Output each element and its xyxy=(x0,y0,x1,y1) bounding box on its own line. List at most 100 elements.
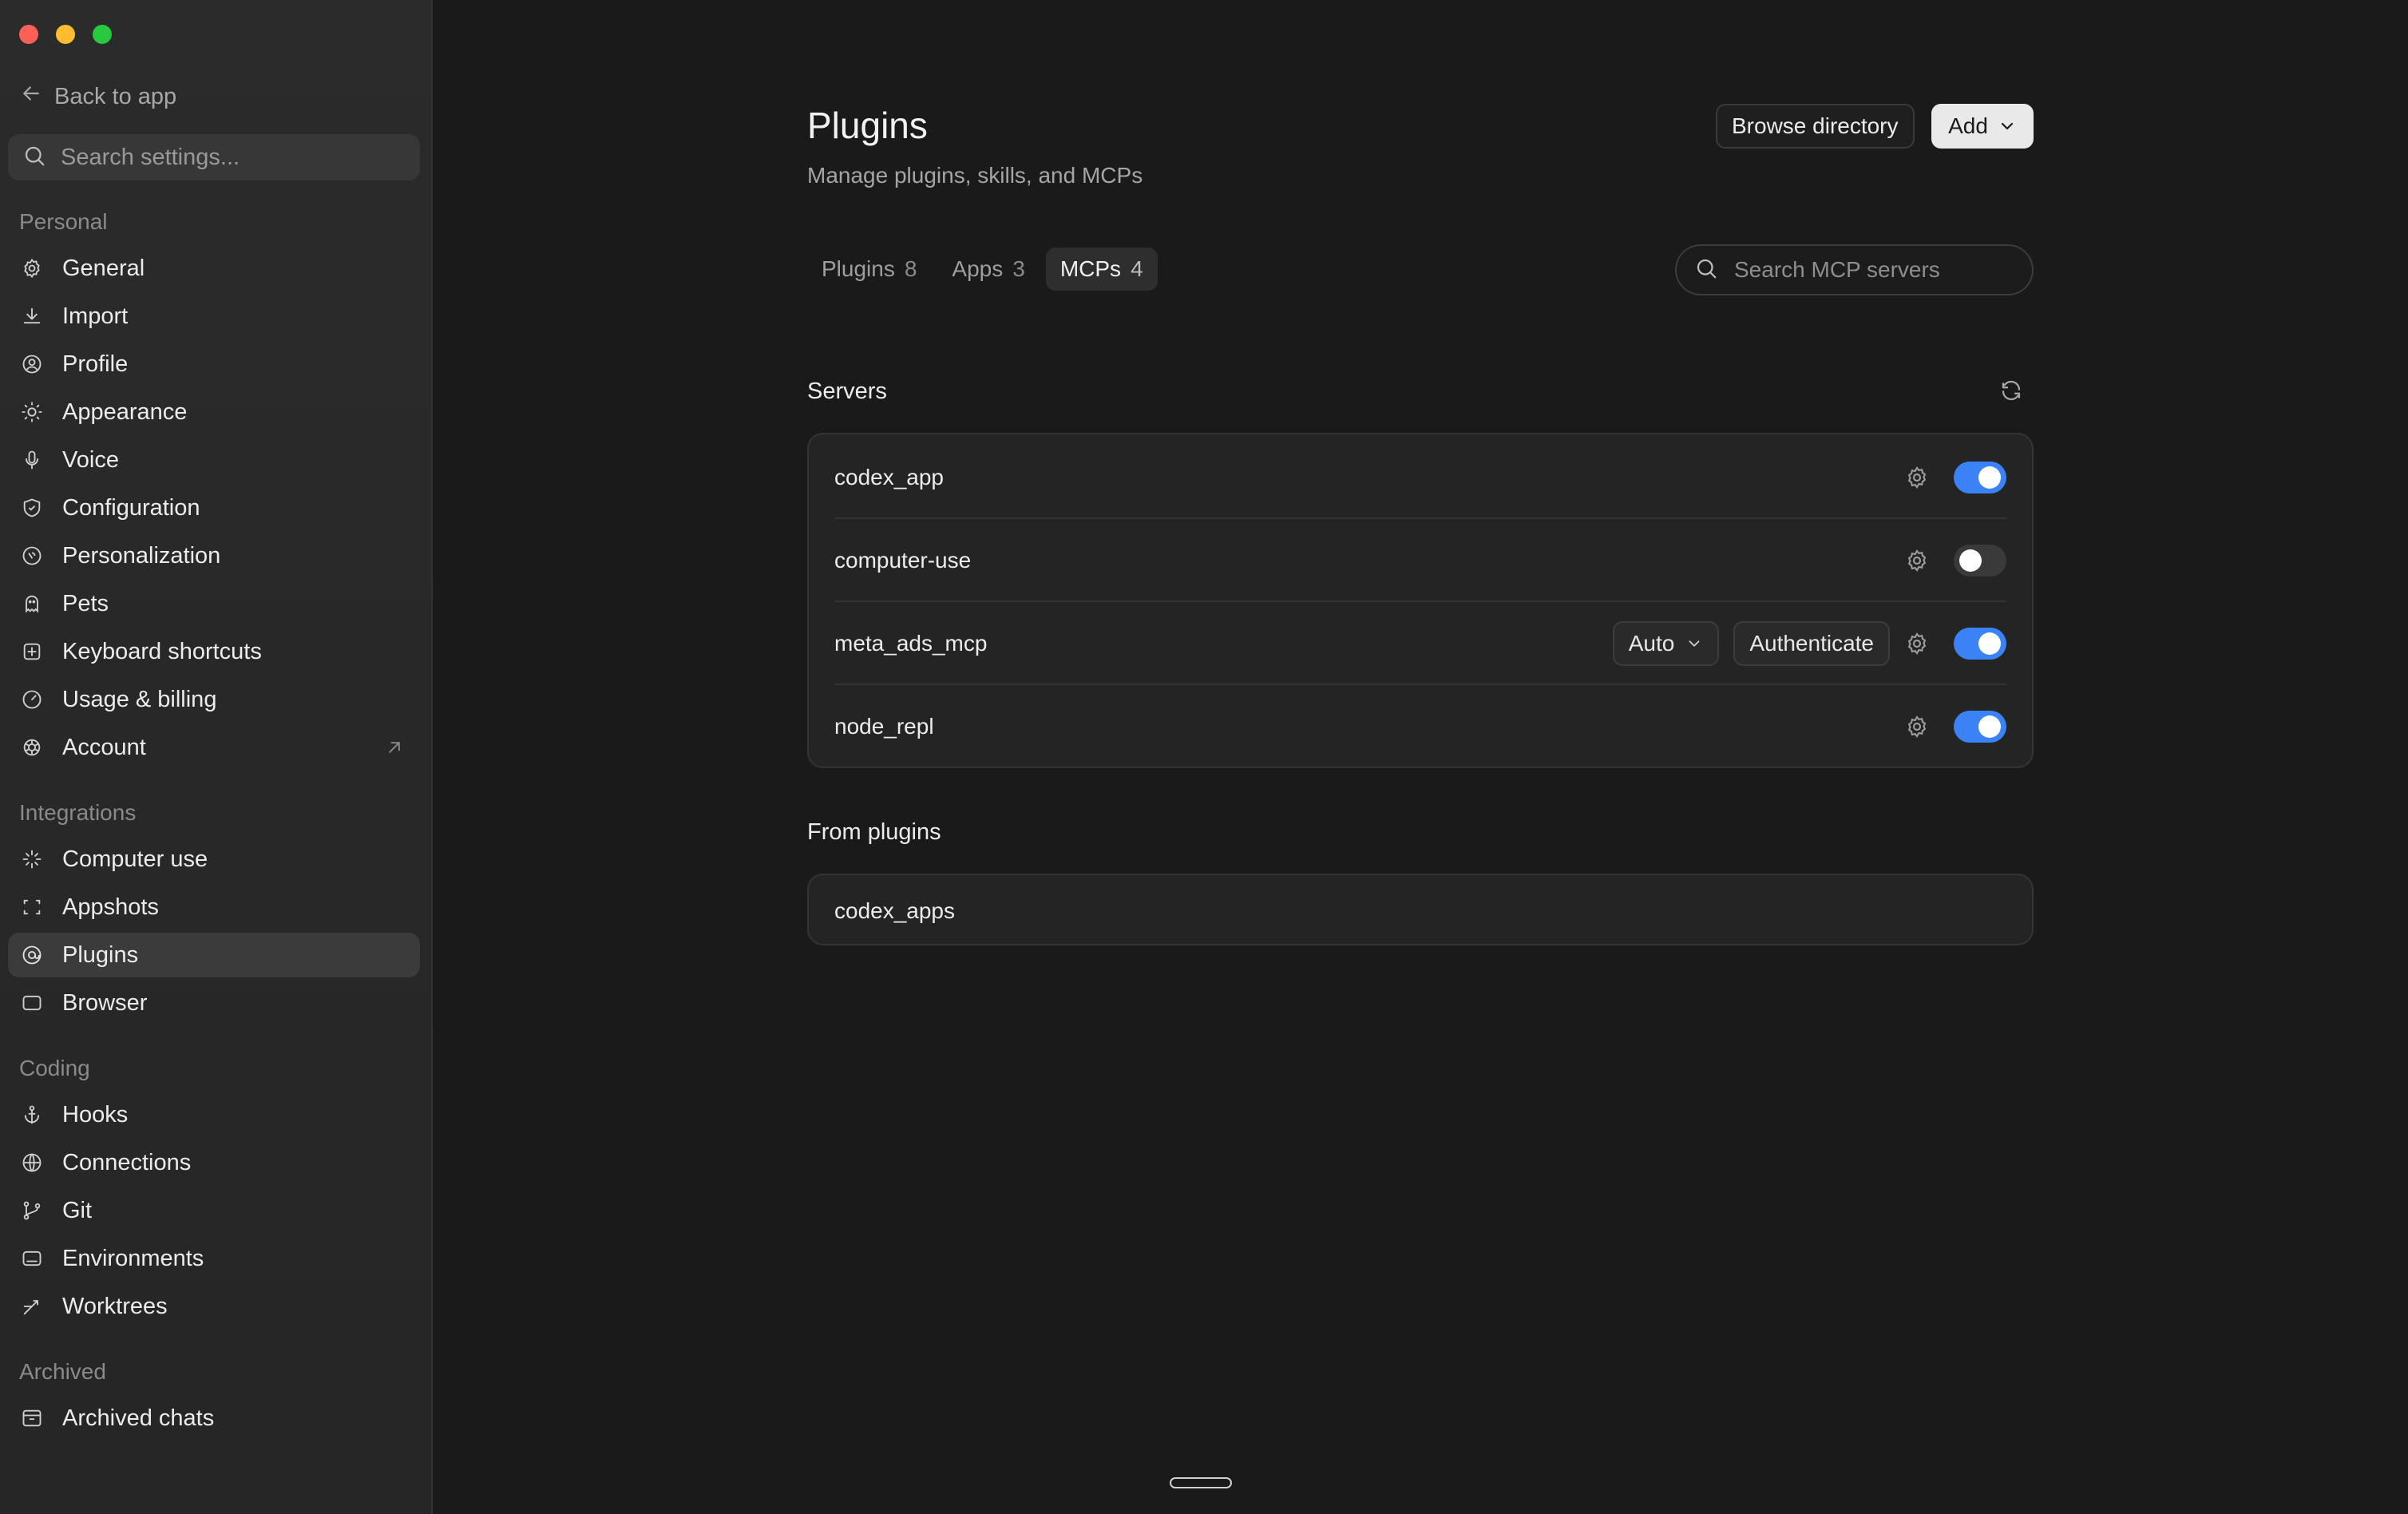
sidebar-item-label: Appearance xyxy=(62,398,188,425)
gear-icon[interactable] xyxy=(1904,548,1930,573)
server-enabled-toggle[interactable] xyxy=(1954,711,2006,743)
sidebar-item-git[interactable]: Git xyxy=(8,1188,420,1233)
sidebar-item-archived-chats[interactable]: Archived chats xyxy=(8,1396,420,1441)
sidebar-item-label: Computer use xyxy=(62,846,208,872)
toggle-knob xyxy=(1978,466,2001,489)
settings-search[interactable] xyxy=(8,134,420,180)
mcp-search[interactable] xyxy=(1675,244,2034,295)
tab-count: 3 xyxy=(1012,256,1025,281)
sparkle-circle-icon xyxy=(19,543,45,569)
server-name: computer-use xyxy=(834,548,972,573)
gear-icon xyxy=(19,256,45,281)
sidebar-item-profile[interactable]: Profile xyxy=(8,342,420,386)
back-to-app-link[interactable]: Back to app xyxy=(19,80,176,113)
settings-window: Back to app Personal General Import Prof… xyxy=(0,0,2408,1514)
divider xyxy=(834,684,2006,685)
sidebar-item-label: Browser xyxy=(62,989,148,1016)
sidebar-item-pets[interactable]: Pets xyxy=(8,581,420,626)
browse-directory-button[interactable]: Browse directory xyxy=(1716,104,1915,149)
from-plugins-heading: From plugins xyxy=(807,819,941,845)
sidebar-item-configuration[interactable]: Configuration xyxy=(8,486,420,530)
auth-mode-value: Auto xyxy=(1628,631,1675,656)
sidebar: Back to app Personal General Import Prof… xyxy=(0,0,433,1514)
refresh-icon[interactable] xyxy=(1999,378,2023,402)
sidebar-item-browser[interactable]: Browser xyxy=(8,981,420,1025)
browser-window-icon xyxy=(19,990,45,1016)
tab-mcps[interactable]: MCPs 4 xyxy=(1045,248,1158,291)
mcp-search-input[interactable] xyxy=(1733,256,2023,283)
server-name: node_repl xyxy=(834,714,934,739)
gear-icon[interactable] xyxy=(1904,714,1930,739)
sidebar-item-plugins[interactable]: Plugins xyxy=(8,933,420,977)
gauge-icon xyxy=(19,687,45,712)
plugin-server-row[interactable]: codex_apps xyxy=(834,870,2006,952)
sidebar-item-label: Account xyxy=(62,734,146,760)
minimize-window-button[interactable] xyxy=(56,25,75,44)
server-enabled-toggle[interactable] xyxy=(1954,628,2006,660)
server-enabled-toggle[interactable] xyxy=(1954,462,2006,493)
sidebar-item-usage-billing[interactable]: Usage & billing xyxy=(8,677,420,722)
sun-icon xyxy=(19,399,45,425)
sidebar-item-account[interactable]: Account xyxy=(8,725,420,770)
plugin-icon xyxy=(19,942,45,968)
authenticate-button[interactable]: Authenticate xyxy=(1733,621,1890,666)
section-archived: Archived xyxy=(19,1359,106,1384)
tab-plugins[interactable]: Plugins 8 xyxy=(807,248,931,291)
section-integrations: Integrations xyxy=(19,800,137,825)
section-coding: Coding xyxy=(19,1056,90,1080)
sidebar-item-label: Archived chats xyxy=(62,1405,215,1431)
archive-box-icon xyxy=(19,1405,45,1431)
page-subtitle: Manage plugins, skills, and MCPs xyxy=(807,163,1143,188)
shield-icon xyxy=(19,495,45,521)
divider xyxy=(834,517,2006,519)
gear-icon[interactable] xyxy=(1904,465,1930,490)
arrow-left-icon xyxy=(19,81,43,112)
globe-icon xyxy=(19,1150,45,1175)
git-branch-icon xyxy=(19,1198,45,1223)
toggle-knob xyxy=(1959,549,1982,572)
plugin-server-name: codex_apps xyxy=(834,898,956,923)
sidebar-item-label: Plugins xyxy=(62,941,139,968)
sidebar-item-general[interactable]: General xyxy=(8,246,420,291)
sidebar-item-label: Hooks xyxy=(62,1101,129,1128)
chevron-down-icon xyxy=(1689,640,1700,647)
scroll-handle[interactable] xyxy=(1170,1477,1232,1488)
tab-apps[interactable]: Apps 3 xyxy=(937,248,1039,291)
sidebar-item-label: Appshots xyxy=(62,894,159,920)
sidebar-item-voice[interactable]: Voice xyxy=(8,438,420,482)
tab-label: MCPs xyxy=(1059,256,1122,281)
sidebar-item-label: Connections xyxy=(62,1149,192,1175)
sidebar-item-personalization[interactable]: Personalization xyxy=(8,533,420,578)
server-enabled-toggle[interactable] xyxy=(1954,545,2006,577)
sidebar-item-computer-use[interactable]: Computer use xyxy=(8,837,420,882)
chevron-down-icon xyxy=(2001,122,2014,130)
tab-count: 8 xyxy=(904,256,917,281)
sidebar-item-worktrees[interactable]: Worktrees xyxy=(8,1284,420,1329)
server-name: codex_app xyxy=(834,465,945,489)
auth-mode-select[interactable]: Auto xyxy=(1612,621,1720,666)
sidebar-item-import[interactable]: Import xyxy=(8,294,420,339)
sidebar-item-keyboard-shortcuts[interactable]: Keyboard shortcuts xyxy=(8,629,420,674)
sidebar-item-label: Environments xyxy=(62,1245,204,1271)
anchor-icon xyxy=(19,1102,45,1128)
sidebar-item-appshots[interactable]: Appshots xyxy=(8,885,420,929)
settings-search-input[interactable] xyxy=(59,143,398,172)
sidebar-item-hooks[interactable]: Hooks xyxy=(8,1092,420,1137)
close-window-button[interactable] xyxy=(19,25,38,44)
servers-heading: Servers xyxy=(807,378,887,404)
add-button[interactable]: Add xyxy=(1931,104,2034,149)
add-button-label: Add xyxy=(1948,113,1988,138)
screenshot-frame-icon xyxy=(19,894,45,920)
toggle-knob xyxy=(1978,715,2001,738)
sidebar-item-label: Profile xyxy=(62,351,129,377)
server-row: computer-use xyxy=(834,520,2006,601)
gear-icon[interactable] xyxy=(1904,631,1930,656)
download-icon xyxy=(19,303,45,329)
keyboard-icon xyxy=(19,639,45,664)
back-to-app-label: Back to app xyxy=(54,83,177,109)
sidebar-item-appearance[interactable]: Appearance xyxy=(8,390,420,434)
maximize-window-button[interactable] xyxy=(93,25,112,44)
pet-icon xyxy=(19,591,45,616)
sidebar-item-connections[interactable]: Connections xyxy=(8,1140,420,1185)
sidebar-item-environments[interactable]: Environments xyxy=(8,1236,420,1281)
